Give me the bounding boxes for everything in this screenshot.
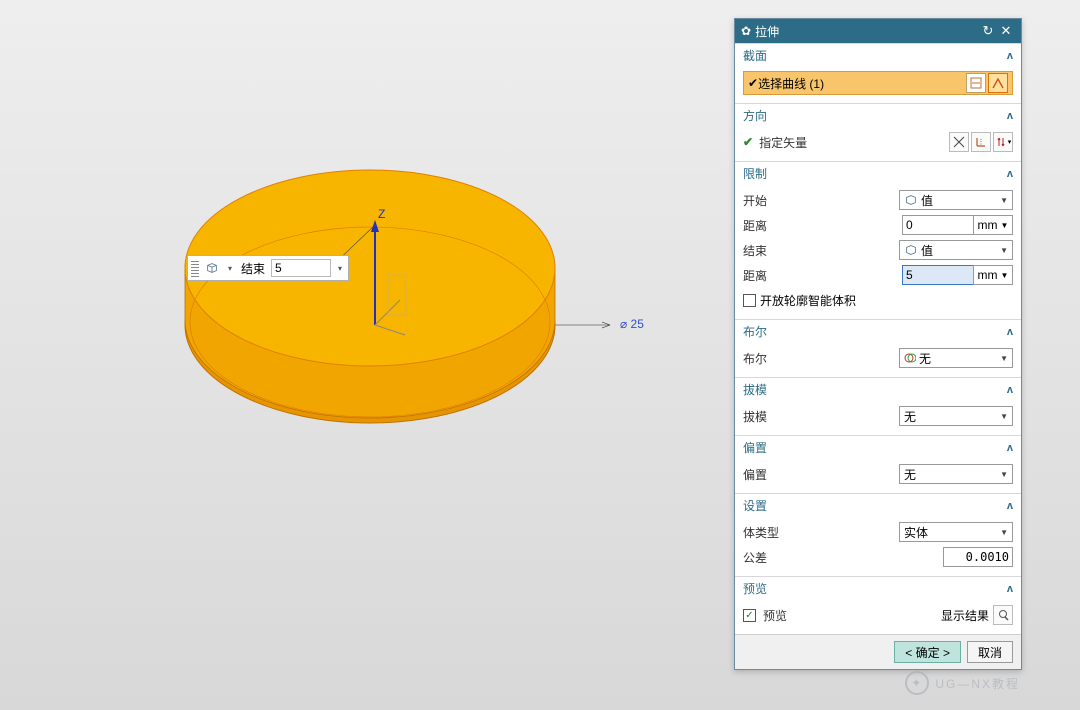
chevron-up-icon: ʌ: [1007, 326, 1013, 338]
close-icon[interactable]: ✕: [997, 23, 1015, 39]
open-profile-label: 开放轮廓智能体积: [760, 292, 856, 309]
dialog-titlebar[interactable]: ✿ 拉伸 ↻ ✕: [735, 19, 1021, 43]
extrude-dialog: ✿ 拉伸 ↻ ✕ 截面ʌ ✔ 选择曲线 (1) 方向ʌ ✔ 指定矢量 ⋮ ▾ 限制…: [734, 18, 1022, 670]
chevron-up-icon: ʌ: [1007, 583, 1013, 595]
show-result-button[interactable]: [993, 605, 1013, 625]
preview-checkbox[interactable]: ✓: [743, 609, 756, 622]
axis-z-label: Z: [378, 207, 385, 221]
floatbar-label: 结束: [239, 260, 267, 277]
boolean-combo[interactable]: 无▼: [899, 348, 1013, 368]
wechat-icon: ✦: [905, 671, 929, 695]
check-icon: ✔: [743, 135, 753, 149]
reset-icon[interactable]: ↻: [979, 23, 997, 39]
chevron-up-icon: ʌ: [1007, 168, 1013, 180]
tolerance-label: 公差: [743, 549, 943, 566]
draft-combo[interactable]: 无▼: [899, 406, 1013, 426]
show-result-label: 显示结果: [941, 607, 989, 624]
vector-constructor-icon[interactable]: [949, 132, 969, 152]
end-type-combo[interactable]: 值▼: [899, 240, 1013, 260]
floatbar-value-input[interactable]: [271, 259, 331, 277]
chevron-up-icon: ʌ: [1007, 50, 1013, 62]
section-header-offset[interactable]: 偏置ʌ: [735, 435, 1021, 459]
offset-combo[interactable]: 无▼: [899, 464, 1013, 484]
section-header-preview[interactable]: 预览ʌ: [735, 576, 1021, 600]
select-curve-label: 选择曲线 (1): [758, 75, 964, 92]
unit-combo[interactable]: mm▼: [973, 265, 1013, 285]
chevron-down-icon[interactable]: ▾: [335, 264, 345, 273]
chevron-up-icon: ʌ: [1007, 384, 1013, 396]
vector-axis-icon[interactable]: ⋮: [971, 132, 991, 152]
dialog-title: 拉伸: [755, 23, 979, 40]
cancel-button[interactable]: 取消: [967, 641, 1013, 663]
sketch-section-icon[interactable]: [966, 73, 986, 93]
chevron-down-icon[interactable]: ▾: [225, 264, 235, 273]
reverse-direction-icon[interactable]: ▾: [993, 132, 1013, 152]
start-label: 开始: [743, 192, 899, 209]
chevron-up-icon: ʌ: [1007, 442, 1013, 454]
open-profile-checkbox[interactable]: [743, 294, 756, 307]
extrude-end-floatbar[interactable]: ▾ 结束 ▾: [187, 255, 349, 281]
section-header-draft[interactable]: 拔模ʌ: [735, 377, 1021, 401]
cube-icon[interactable]: [203, 259, 221, 277]
ok-button[interactable]: < 确定 >: [894, 641, 961, 663]
diameter-label: ⌀ 25: [620, 317, 644, 331]
preview-check-label: 预览: [763, 607, 787, 624]
watermark: ✦ UG—NX教程: [905, 671, 1020, 695]
draft-label: 拔模: [743, 408, 899, 425]
start-distance-input[interactable]: [902, 215, 974, 235]
section-header-section[interactable]: 截面ʌ: [735, 43, 1021, 67]
unit-combo[interactable]: mm▼: [973, 215, 1013, 235]
end-label: 结束: [743, 242, 899, 259]
tolerance-input[interactable]: [943, 547, 1013, 567]
offset-label: 偏置: [743, 466, 899, 483]
gear-icon: ✿: [741, 24, 751, 38]
section-header-direction[interactable]: 方向ʌ: [735, 103, 1021, 127]
boolean-label: 布尔: [743, 350, 899, 367]
vector-label: 指定矢量: [759, 134, 807, 151]
chevron-up-icon: ʌ: [1007, 500, 1013, 512]
grip-icon[interactable]: [191, 259, 199, 277]
curve-rule-icon[interactable]: [988, 73, 1008, 93]
distance1-label: 距离: [743, 217, 902, 234]
section-header-boolean[interactable]: 布尔ʌ: [735, 319, 1021, 343]
check-icon: ✔: [748, 76, 758, 90]
body-type-label: 体类型: [743, 524, 899, 541]
dialog-footer: < 确定 > 取消: [735, 634, 1021, 669]
select-curve-row[interactable]: ✔ 选择曲线 (1): [743, 71, 1013, 95]
end-distance-input[interactable]: [902, 265, 974, 285]
section-header-limit[interactable]: 限制ʌ: [735, 161, 1021, 185]
chevron-up-icon: ʌ: [1007, 110, 1013, 122]
body-type-combo[interactable]: 实体▼: [899, 522, 1013, 542]
distance2-label: 距离: [743, 267, 902, 284]
start-type-combo[interactable]: 值▼: [899, 190, 1013, 210]
section-header-settings[interactable]: 设置ʌ: [735, 493, 1021, 517]
